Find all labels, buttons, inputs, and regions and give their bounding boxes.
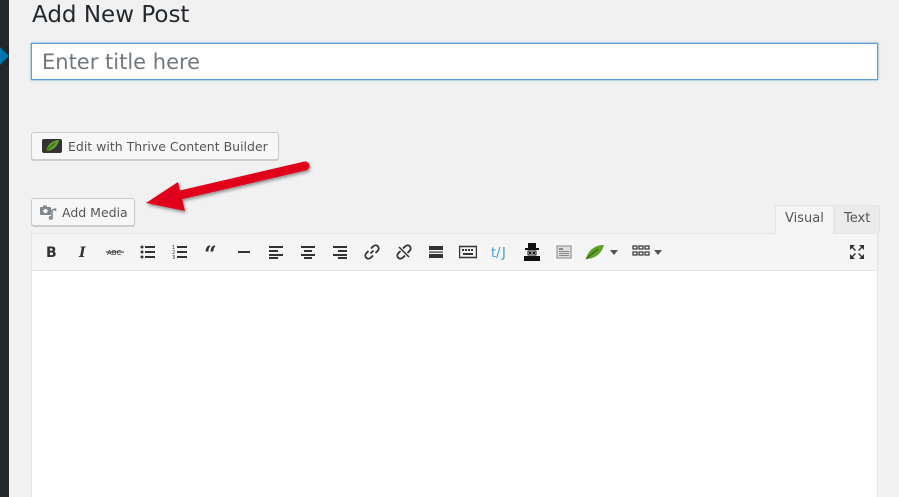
- read-more-icon[interactable]: [424, 240, 448, 264]
- edit-post-screen: Add New Post Edit with Thrive Content Bu…: [0, 0, 899, 497]
- admin-sidebar: [0, 0, 9, 497]
- add-media-button[interactable]: Add Media: [31, 198, 135, 226]
- media-icon: [39, 204, 57, 220]
- add-media-label: Add Media: [62, 204, 128, 220]
- italic-icon[interactable]: I: [71, 240, 95, 264]
- post-editor: B I ABC 1 2 3 “ t/ J: [31, 233, 878, 497]
- thrive-button-label: Edit with Thrive Content Builder: [68, 138, 268, 154]
- page-title: Add New Post: [32, 2, 190, 28]
- tab-visual[interactable]: Visual: [775, 205, 834, 234]
- svg-text:B: B: [46, 245, 57, 259]
- thrive-content-builder-button[interactable]: Edit with Thrive Content Builder: [31, 132, 279, 160]
- svg-text:3: 3: [172, 255, 175, 259]
- page-icon[interactable]: [552, 240, 576, 264]
- link-icon[interactable]: [360, 240, 384, 264]
- admin-menu-current-indicator: [0, 47, 9, 65]
- keyboard-shortcuts-icon[interactable]: [456, 240, 480, 264]
- thrive-leaf-icon[interactable]: [584, 240, 624, 264]
- horizontal-rule-icon[interactable]: [232, 240, 256, 264]
- svg-text:J: J: [501, 246, 506, 260]
- spy-icon[interactable]: [520, 240, 544, 264]
- blockquote-icon[interactable]: “: [200, 240, 224, 264]
- tab-text[interactable]: Text: [834, 205, 881, 233]
- post-title-input[interactable]: [31, 43, 878, 80]
- align-center-icon[interactable]: [296, 240, 320, 264]
- svg-text:t/: t/: [491, 246, 501, 260]
- leaf-icon: [42, 139, 62, 153]
- bullet-list-icon[interactable]: [136, 240, 160, 264]
- editor-toolbar: B I ABC 1 2 3 “ t/ J: [32, 234, 877, 271]
- align-right-icon[interactable]: [328, 240, 352, 264]
- svg-text:“: “: [204, 245, 217, 259]
- svg-text:ABC: ABC: [107, 249, 121, 257]
- svg-text:I: I: [78, 245, 86, 259]
- align-left-icon[interactable]: [264, 240, 288, 264]
- strikethrough-icon[interactable]: ABC: [103, 240, 127, 264]
- code-icon[interactable]: t/J: [488, 240, 512, 264]
- unlink-icon[interactable]: [392, 240, 416, 264]
- table-grid-icon[interactable]: [632, 240, 672, 264]
- bold-icon[interactable]: B: [39, 240, 63, 264]
- fullscreen-icon[interactable]: [845, 240, 869, 264]
- editor-content-area[interactable]: [32, 271, 877, 497]
- numbered-list-icon[interactable]: 1 2 3: [168, 240, 192, 264]
